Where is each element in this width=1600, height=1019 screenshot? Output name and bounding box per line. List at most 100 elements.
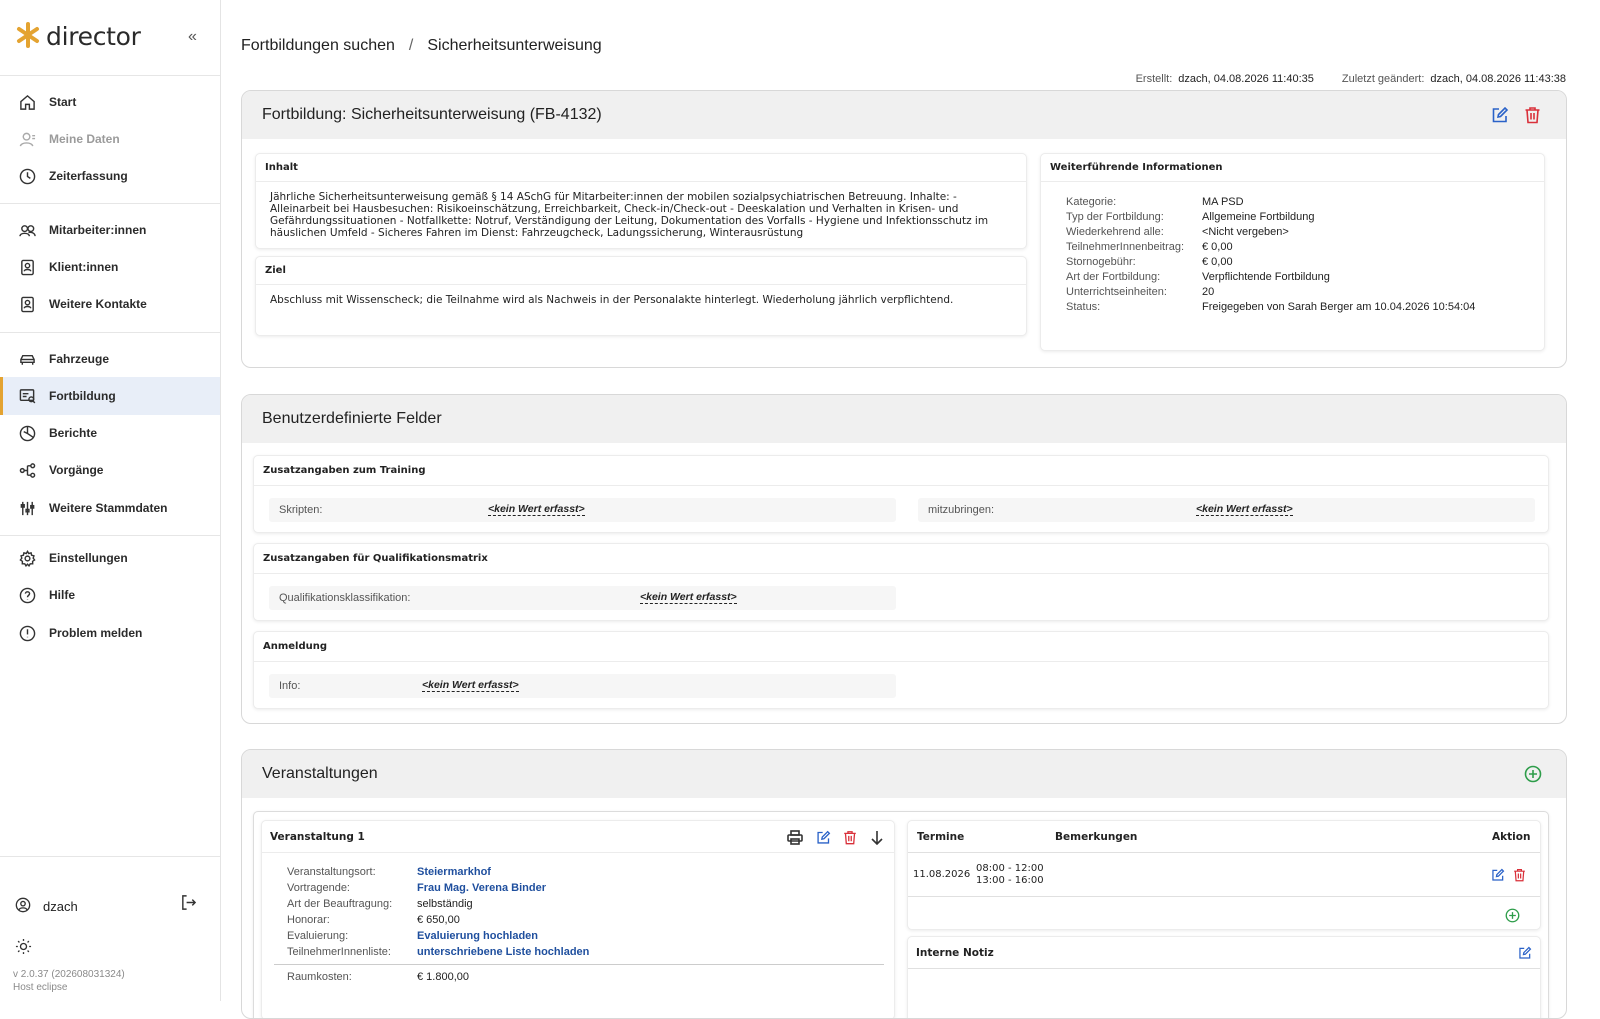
sidebar-item-hilfe[interactable]: Hilfe bbox=[0, 576, 220, 614]
venue-link[interactable]: Steiermarkhof bbox=[417, 866, 894, 878]
sidebar-item-mitarbeiter[interactable]: Mitarbeiter:innen bbox=[0, 211, 220, 249]
sidebar-item-label: Fahrzeuge bbox=[49, 352, 110, 366]
user-circle-icon bbox=[15, 897, 31, 916]
evaluation-upload-link[interactable]: Evaluierung hochladen bbox=[417, 930, 894, 942]
sidebar-item-einstellungen[interactable]: Einstellungen bbox=[0, 539, 220, 577]
info-value: Freigegeben von Sarah Berger am 10.04.20… bbox=[1202, 301, 1476, 313]
sidebar-item-weitere-stammdaten[interactable]: Weitere Stammdaten bbox=[0, 489, 220, 527]
sidebar-item-label: Start bbox=[49, 95, 77, 109]
content-header: Inhalt bbox=[256, 154, 1026, 182]
sidebar-item-label: Klient:innen bbox=[49, 260, 119, 274]
contact-card-icon bbox=[18, 258, 36, 276]
sidebar-item-berichte[interactable]: Berichte bbox=[0, 414, 220, 452]
custom-fields-header: Benutzerdefinierte Felder bbox=[242, 395, 1566, 443]
info-value: € 0,00 bbox=[1202, 241, 1233, 253]
info-key: Status: bbox=[1066, 301, 1101, 313]
registration-card: Anmeldung Info: <kein Wert erfasst> bbox=[253, 631, 1549, 709]
col-notes: Bemerkungen bbox=[1055, 831, 1138, 843]
speaker-link[interactable]: Frau Mag. Verena Binder bbox=[417, 882, 894, 894]
detail-key: Art der Beauftragung: bbox=[287, 898, 393, 910]
sidebar-item-zeiterfassung[interactable]: Zeiterfassung bbox=[0, 157, 220, 195]
internal-note-title: Interne Notiz bbox=[916, 946, 994, 959]
sidebar-item-label: Berichte bbox=[49, 426, 98, 440]
car-icon bbox=[18, 350, 36, 368]
sidebar-item-klienten[interactable]: Klient:innen bbox=[0, 248, 220, 286]
collapse-sidebar-icon[interactable]: « bbox=[188, 28, 197, 46]
sidebar-item-fortbildung[interactable]: Fortbildung bbox=[0, 377, 220, 415]
field-label: Skripten: bbox=[279, 504, 323, 516]
help-icon bbox=[18, 586, 36, 604]
field-label: Info: bbox=[279, 680, 301, 692]
add-event-icon[interactable] bbox=[1524, 765, 1542, 783]
detail-key: TeilnehmerInnenliste: bbox=[287, 946, 391, 958]
user-profile[interactable]: dzach bbox=[15, 897, 78, 916]
info-value: MA PSD bbox=[1202, 196, 1244, 208]
info-value: 20 bbox=[1202, 286, 1215, 298]
field-label: mitzubringen: bbox=[928, 504, 995, 516]
event-details: Veranstaltungsort: Steiermarkhof Vortrage… bbox=[262, 853, 894, 958]
training-title: Fortbildung: Sicherheitsunterweisung (FB… bbox=[262, 106, 602, 123]
delete-icon[interactable] bbox=[1511, 867, 1527, 883]
goal-card: Ziel Abschluss mit Wissenscheck; die Tei… bbox=[255, 256, 1027, 336]
breadcrumb-parent-link[interactable]: Fortbildungen suchen bbox=[241, 37, 395, 55]
divider bbox=[0, 75, 220, 76]
internal-note-card: Interne Notiz bbox=[907, 936, 1541, 1018]
print-icon[interactable] bbox=[786, 829, 804, 845]
info-list: Kategorie: MA PSD Typ der Fortbildung: All… bbox=[1041, 182, 1544, 313]
room-cost-value: € 1.800,00 bbox=[417, 971, 469, 983]
sidebar-item-label: Meine Daten bbox=[49, 132, 120, 146]
training-panel: Fortbildung: Sicherheitsunterweisung (FB… bbox=[241, 90, 1567, 368]
info-field: Info: bbox=[269, 674, 896, 698]
quali-field: Qualifikationsklassifikation: bbox=[269, 586, 896, 610]
sidebar-item-vorgaenge[interactable]: Vorgänge bbox=[0, 451, 220, 489]
section-header: Zusatzangaben für Qualifikationsmatrix bbox=[254, 544, 1548, 574]
sun-icon[interactable] bbox=[15, 938, 32, 958]
mitzubringen-value[interactable]: <kein Wert erfasst> bbox=[1196, 503, 1293, 516]
sidebar-item-label: Einstellungen bbox=[49, 551, 128, 565]
event-card: Veranstaltung 1 Veranstaltungsort: Steier… bbox=[261, 820, 895, 1018]
add-date-icon[interactable] bbox=[1504, 907, 1520, 923]
info-key: Unterrichtseinheiten: bbox=[1066, 286, 1167, 298]
edit-icon[interactable] bbox=[814, 829, 832, 845]
sidebar-item-fahrzeuge[interactable]: Fahrzeuge bbox=[0, 340, 220, 378]
logo-icon bbox=[16, 22, 40, 51]
home-icon bbox=[18, 93, 36, 111]
skripten-value[interactable]: <kein Wert erfasst> bbox=[488, 503, 585, 516]
user-icon bbox=[18, 130, 36, 148]
sidebar-item-problem-melden[interactable]: Problem melden bbox=[0, 614, 220, 652]
breadcrumb: Fortbildungen suchen / Sicherheitsunterw… bbox=[241, 37, 602, 55]
version-number: v 2.0.37 (202608031324) bbox=[13, 969, 125, 980]
info-value[interactable]: <kein Wert erfasst> bbox=[422, 679, 519, 692]
info-key: Typ der Fortbildung: bbox=[1066, 211, 1164, 223]
edit-icon[interactable] bbox=[1490, 867, 1506, 883]
participant-list-upload-link[interactable]: unterschriebene Liste hochladen bbox=[417, 946, 894, 958]
sidebar-item-meine-daten[interactable]: Meine Daten bbox=[0, 120, 220, 158]
modified-value: dzach, 04.08.2026 11:43:38 bbox=[1430, 73, 1566, 85]
training-panel-header: Fortbildung: Sicherheitsunterweisung (FB… bbox=[242, 91, 1566, 139]
content-card: Inhalt Jährliche Sicherheitsunterweisung… bbox=[255, 153, 1027, 249]
delete-icon[interactable] bbox=[1522, 105, 1542, 125]
edit-icon[interactable] bbox=[1490, 105, 1510, 125]
quali-value[interactable]: <kein Wert erfasst> bbox=[640, 591, 737, 604]
info-key: Art der Fortbildung: bbox=[1066, 271, 1161, 283]
logout-icon[interactable] bbox=[180, 894, 197, 914]
dates-table-header: Termine Bemerkungen Aktion bbox=[908, 821, 1540, 853]
col-action: Aktion bbox=[1492, 831, 1531, 843]
gear-icon bbox=[18, 549, 36, 567]
logo[interactable]: director bbox=[16, 22, 141, 51]
edit-icon[interactable] bbox=[1517, 945, 1533, 961]
sidebar-item-label: Mitarbeiter:innen bbox=[49, 223, 147, 237]
sidebar-item-start[interactable]: Start bbox=[0, 83, 220, 121]
workflow-icon bbox=[18, 461, 36, 479]
sidebar-item-label: Weitere Stammdaten bbox=[49, 501, 168, 515]
delete-icon[interactable] bbox=[841, 829, 859, 845]
internal-note-header: Interne Notiz bbox=[908, 937, 1540, 969]
chart-icon bbox=[18, 424, 36, 442]
sidebar-item-weitere-kontakte[interactable]: Weitere Kontakte bbox=[0, 285, 220, 323]
info-value: € 0,00 bbox=[1202, 256, 1233, 268]
divider bbox=[0, 332, 220, 333]
sidebar-item-label: Hilfe bbox=[49, 588, 76, 602]
goal-text: Abschluss mit Wissenscheck; die Teilnahm… bbox=[270, 294, 954, 306]
main-content: Fortbildungen suchen / Sicherheitsunterw… bbox=[221, 0, 1600, 1019]
arrow-down-icon[interactable] bbox=[868, 829, 886, 845]
